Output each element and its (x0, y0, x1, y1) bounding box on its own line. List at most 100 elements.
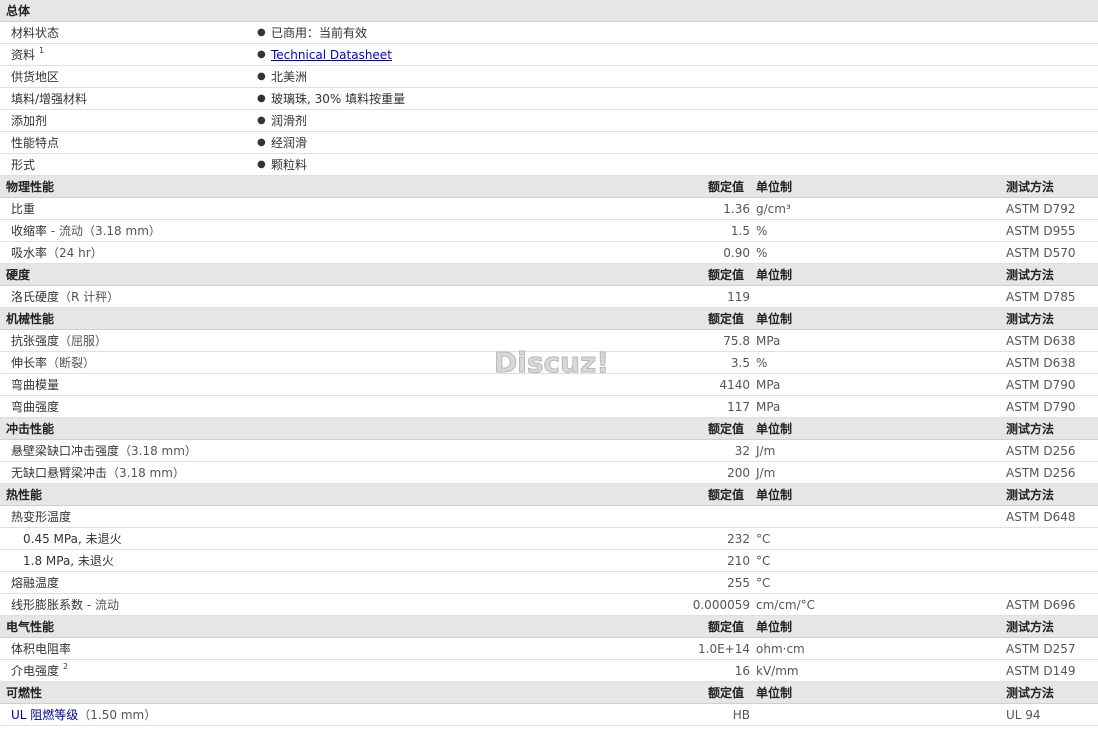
property-label-text: 添加剂 (11, 114, 48, 128)
property-label-text: 性能特点 (11, 136, 60, 150)
unit-value: cm/cm/°C (756, 598, 816, 612)
property-label-text: 资料 (11, 48, 36, 62)
table-row: 热变形温度 ASTM D648 (0, 506, 1098, 528)
property-label: 收缩率 - 流动（3.18 mm） (11, 220, 161, 242)
unit-value: % (756, 224, 768, 238)
property-label: 介电强度 2 (11, 660, 68, 682)
property-label: 比重 (11, 198, 35, 220)
test-method: ASTM D256 (1006, 466, 1076, 480)
property-label: 形式 (11, 154, 35, 176)
unit-value: ohm·cm (756, 642, 805, 656)
table-row: UL 阻燃等级（1.50 mm） HB UL 94 (0, 704, 1098, 726)
property-value-text: 颗粒料 (271, 158, 308, 172)
property-value-text: 经润滑 (271, 136, 308, 150)
property-label-text: 线形膨胀系数 (11, 598, 84, 612)
test-method: ASTM D638 (1006, 356, 1076, 370)
nominal-value: 200 (727, 466, 750, 480)
column-header-test-method: 测试方法 (1006, 686, 1055, 700)
column-header-test-method: 测试方法 (1006, 620, 1055, 634)
property-label: 抗张强度（屈服） (11, 330, 107, 352)
property-value-text: 润滑剂 (271, 114, 308, 128)
table-row: 比重 1.36 g/cm³ ASTM D792 (0, 198, 1098, 220)
unit-value: J/m (756, 466, 776, 480)
property-label: 悬壁梁缺口冲击强度（3.18 mm） (11, 440, 197, 462)
property-condition: - 流动（3.18 mm） (47, 224, 161, 238)
property-condition: （1.50 mm） (78, 708, 157, 722)
property-condition: （屈服） (59, 334, 108, 348)
general-row: 形式 ● 颗粒料 (0, 154, 1098, 176)
table-row: 1.8 MPa, 未退火 210 °C (0, 550, 1098, 572)
column-header-test-method: 测试方法 (1006, 312, 1055, 326)
technical-datasheet-link[interactable]: Technical Datasheet (271, 48, 392, 62)
table-row: 线形膨胀系数 - 流动 0.000059 cm/cm/°C ASTM D696 (0, 594, 1098, 616)
nominal-value: 0.000059 (692, 598, 750, 612)
property-label-text: 收缩率 (11, 224, 48, 238)
property-label-text: 体积电阻率 (11, 642, 72, 656)
property-label: 添加剂 (11, 110, 47, 132)
property-value: 润滑剂 (271, 110, 307, 132)
property-label-text: 形式 (11, 158, 36, 172)
property-value-text: 北美洲 (271, 70, 308, 84)
nominal-value: 117 (727, 400, 750, 414)
table-row: 吸水率（24 hr） 0.90% ASTM D570 (0, 242, 1098, 264)
property-label-text: 伸长率 (11, 356, 48, 370)
nominal-value: 255 (727, 576, 750, 590)
unit-value: °C (756, 554, 771, 568)
nominal-value: 232 (727, 532, 750, 546)
table-row: 介电强度 2 16 kV/mm ASTM D149 (0, 660, 1098, 682)
property-label: 供货地区 (11, 66, 59, 88)
section-header: 冲击性能 额定值 单位制 测试方法 (0, 418, 1098, 440)
property-label-text: 弯曲模量 (11, 378, 60, 392)
property-label: 无缺口悬臂梁冲击（3.18 mm） (11, 462, 185, 484)
column-header-nominal: 额定值 (708, 422, 745, 436)
column-header-test-method: 测试方法 (1006, 422, 1055, 436)
general-row: 材料状态 ● 已商用：当前有效 (0, 22, 1098, 44)
general-row: 填料/增强材料 ● 玻璃珠, 30% 填料按重量 (0, 88, 1098, 110)
test-method: ASTM D149 (1006, 664, 1076, 678)
table-row: 收缩率 - 流动（3.18 mm） 1.5% ASTM D955 (0, 220, 1098, 242)
nominal-value: 210 (727, 554, 750, 568)
test-method: ASTM D785 (1006, 290, 1076, 304)
column-header-nominal: 额定值 (708, 312, 745, 326)
property-label: 线形膨胀系数 - 流动 (11, 594, 119, 616)
nominal-value: 1.36 (723, 202, 750, 216)
section-title: 热性能 (6, 488, 43, 502)
property-label-text: 比重 (11, 202, 36, 216)
column-header-nominal: 额定值 (708, 620, 745, 634)
bullet-icon: ● (257, 71, 266, 82)
property-label-text: 无缺口悬臂梁冲击 (11, 466, 108, 480)
unit-value: g/cm³ (756, 202, 791, 216)
general-row: 供货地区 ● 北美洲 (0, 66, 1098, 88)
property-value-text: 玻璃珠, 30% 填料按重量 (271, 92, 406, 106)
watermark-discuz: Discuz! (493, 346, 610, 380)
property-condition: （3.18 mm） (107, 466, 185, 480)
property-label-text: 洛氏硬度 (11, 290, 60, 304)
property-label: 资料 1 (11, 44, 44, 66)
column-header-nominal: 额定值 (708, 180, 745, 194)
property-label-text: 0.45 MPa, 未退火 (23, 532, 122, 546)
column-header-nominal: 额定值 (708, 686, 745, 700)
section-title: 电气性能 (6, 620, 55, 634)
property-label-text: 1.8 MPa, 未退火 (23, 554, 114, 568)
section-title: 可燃性 (6, 686, 43, 700)
nominal-value: 3.5 (730, 356, 750, 370)
property-label-text: 悬壁梁缺口冲击强度 (11, 444, 120, 458)
column-header-test-method: 测试方法 (1006, 180, 1055, 194)
property-label: 0.45 MPa, 未退火 (23, 528, 122, 550)
general-row: 性能特点 ● 经润滑 (0, 132, 1098, 154)
column-header-unit: 单位制 (756, 312, 793, 326)
property-label-text: 供货地区 (11, 70, 60, 84)
property-value: Technical Datasheet (271, 44, 392, 66)
bullet-icon: ● (257, 137, 266, 148)
unit-value: °C (756, 576, 771, 590)
property-condition: （24 hr） (47, 246, 103, 260)
column-header-test-method: 测试方法 (1006, 488, 1055, 502)
section-title: 硬度 (6, 268, 31, 282)
property-condition: （R 计秤） (59, 290, 120, 304)
table-row: 熔融温度 255 °C (0, 572, 1098, 594)
property-label-text: 抗张强度 (11, 334, 60, 348)
property-value-text: 已商用：当前有效 (271, 26, 368, 40)
test-method: ASTM D696 (1006, 598, 1076, 612)
test-method: ASTM D257 (1006, 642, 1076, 656)
general-row: 资料 1 ● Technical Datasheet (0, 44, 1098, 66)
